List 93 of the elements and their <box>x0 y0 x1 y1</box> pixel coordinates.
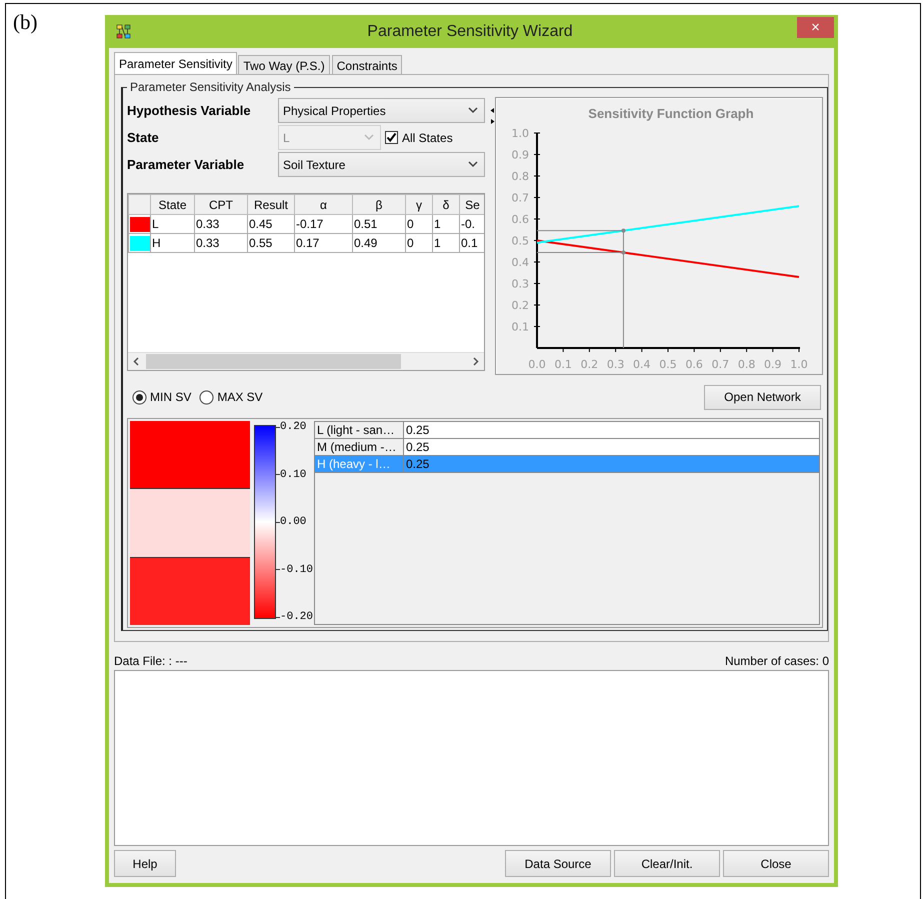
field-label: State <box>127 130 160 145</box>
check-icon <box>386 132 397 143</box>
x-tick-label: 0.9 <box>764 358 782 371</box>
scroll-left-icon[interactable] <box>133 357 139 366</box>
state-row[interactable]: H (heavy - l… 0.25 <box>315 456 819 473</box>
help-button[interactable]: Help <box>114 850 176 877</box>
y-tick-label: 0.6 <box>512 213 529 226</box>
scrollbar[interactable] <box>128 352 484 370</box>
table-cell: 0.55 <box>249 236 272 250</box>
table-cell: L <box>152 217 159 231</box>
checkbox[interactable]: All States <box>385 130 453 144</box>
y-tick-label: 0.4 <box>512 256 529 269</box>
x-tick-label: 0.7 <box>712 358 730 371</box>
table-cell: 0.49 <box>354 236 378 250</box>
state-name: L (light - san… <box>315 422 404 438</box>
state-name: M (medium -… <box>315 439 404 455</box>
state-value: 0.25 <box>405 456 430 472</box>
y-tick-label: 0.3 <box>512 278 529 290</box>
table-cell: -0. <box>461 217 476 231</box>
radio-button[interactable]: MIN SV <box>132 390 192 404</box>
dropdown[interactable]: Physical Properties <box>278 98 485 123</box>
scroll-right-icon[interactable] <box>473 357 479 366</box>
y-tick-label: 0.5 <box>512 234 529 248</box>
scale-label: -0.20 <box>280 611 314 623</box>
field-label: Parameter Variable <box>127 157 246 172</box>
y-tick-label: 0.1 <box>512 320 529 334</box>
table-cell: -0.17 <box>296 217 324 231</box>
dialog-button[interactable]: Close <box>723 850 829 877</box>
scale-label: 0.00 <box>280 516 306 528</box>
dropdown[interactable]: Soil Texture <box>278 152 485 177</box>
column-header: State <box>158 198 187 212</box>
dialog-button[interactable]: Clear/Init. <box>614 850 720 877</box>
column-header: CPT <box>209 198 233 212</box>
close-button[interactable]: × <box>797 17 834 38</box>
table-cell: 0.51 <box>354 217 378 231</box>
radio-icon <box>132 390 147 404</box>
case-count: Number of cases: 0 <box>724 654 829 669</box>
window-title: Parameter Sensitivity Wizard <box>367 22 573 40</box>
radio-icon <box>199 390 214 404</box>
state-name: H (heavy - l… <box>315 456 404 472</box>
table-cell: 0.33 <box>196 217 220 231</box>
y-tick-label: 0.8 <box>512 170 529 183</box>
column-header: α <box>320 198 327 212</box>
table-cell: 0 <box>407 217 414 231</box>
data-file-label: Data File: : --- <box>114 654 188 669</box>
x-tick-label: 0.2 <box>580 358 598 371</box>
chart-title: Sensitivity Function Graph <box>588 106 754 121</box>
group-title: Parameter Sensitivity Analysis <box>129 80 292 94</box>
tab[interactable]: Two Way (P.S.) <box>238 55 330 74</box>
column-header: δ <box>442 198 450 212</box>
x-tick-label: 1.0 <box>790 358 808 371</box>
chevron-down-icon <box>468 161 478 168</box>
open-network-button[interactable]: Open Network <box>704 384 821 410</box>
y-tick-label: 0.7 <box>512 192 529 204</box>
network-icon <box>115 24 133 40</box>
state-value: 0.25 <box>405 422 430 438</box>
table-cell: H <box>152 236 161 250</box>
y-tick-label: 1.0 <box>512 127 529 140</box>
table-cell: 0.33 <box>196 236 220 250</box>
column-header: β <box>376 198 382 212</box>
tab[interactable]: Constraints <box>332 55 402 74</box>
column-header: Result <box>254 198 288 212</box>
column-header: γ <box>416 198 422 212</box>
table-cell: 1 <box>434 236 441 250</box>
chevron-down-icon <box>364 134 374 141</box>
scale-label: 0.10 <box>280 468 306 480</box>
field-label: Hypothesis Variable <box>127 103 252 118</box>
table-cell: 0.17 <box>296 236 320 250</box>
x-tick-label: 0.8 <box>738 358 756 371</box>
y-tick-label: 0.2 <box>512 299 529 312</box>
chevron-down-icon <box>468 107 478 114</box>
figure-label: (b) <box>13 10 38 34</box>
scale-label: -0.10 <box>280 564 314 576</box>
state-row[interactable]: M (medium -… 0.25 <box>315 439 819 456</box>
scale-label: 0.20 <box>280 421 306 433</box>
x-tick-label: 0.0 <box>528 358 546 371</box>
state-row[interactable]: L (light - san… 0.25 <box>315 422 819 439</box>
table-cell: 1 <box>434 217 441 231</box>
x-tick-label: 0.5 <box>659 358 677 371</box>
column-header: Se <box>465 198 480 212</box>
dialog-button[interactable]: Data Source <box>505 850 611 877</box>
table-cell: 0.45 <box>249 217 272 231</box>
tab[interactable]: Parameter Sensitivity <box>114 52 238 74</box>
x-tick-label: 0.1 <box>554 358 572 371</box>
x-tick-label: 0.3 <box>606 358 624 371</box>
x-tick-label: 0.4 <box>633 358 651 371</box>
x-tick-label: 0.6 <box>685 358 703 371</box>
radio-button[interactable]: MAX SV <box>199 390 263 404</box>
table-cell: 0 <box>407 236 414 250</box>
table-cell: 0.1 <box>461 236 478 250</box>
y-tick-label: 0.9 <box>512 148 529 162</box>
split-arrows-icon[interactable] <box>490 107 495 125</box>
state-value: 0.25 <box>405 439 430 455</box>
